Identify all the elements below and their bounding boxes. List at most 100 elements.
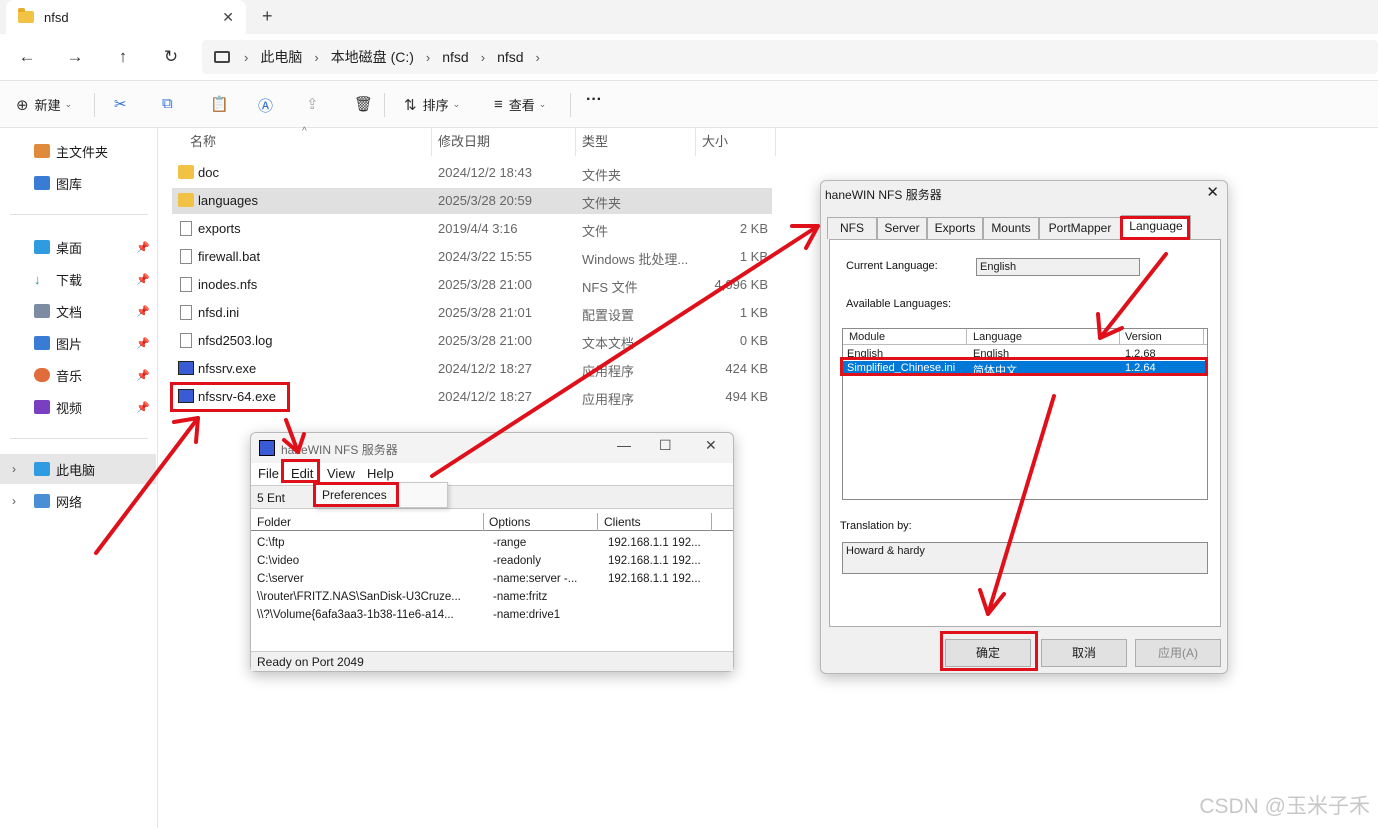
translation-field: Howard & hardy (842, 542, 1208, 574)
navigation-pane: 主文件夹 图库 桌面 📌 ↓ 下载 📌 文档 📌 图片 📌 音乐 📌 视频 📌 … (0, 128, 158, 828)
preferences-dialog: haneWIN NFS 服务器 ✕ NFS Server Exports Mou… (820, 180, 1228, 674)
music-icon (34, 368, 50, 382)
sidebar-item-gallery[interactable]: 图库 (0, 168, 156, 198)
sort-button[interactable]: ⇅ 排序 ⌄ (404, 95, 460, 114)
file-icon (180, 221, 192, 236)
languages-list-header: Module Language Version (843, 329, 1207, 345)
forward-arrow-icon[interactable]: → (62, 44, 88, 70)
back-arrow-icon[interactable]: ← (14, 44, 40, 70)
delete-icon[interactable]: 🗑 (354, 95, 379, 113)
sidebar-item-this-pc[interactable]: › 此电脑 (0, 454, 156, 484)
new-button[interactable]: ⊕ 新建 ⌄ (16, 95, 72, 114)
column-header-name[interactable]: 名称 ^ (182, 126, 432, 156)
navigation-bar: ← → ↑ ↻ › 此电脑 › 本地磁盘 (C:) › nfsd › nfsd … (0, 34, 1378, 80)
chevron-right-icon: › (12, 494, 16, 508)
file-row[interactable]: nfssrv.exe 2024/12/2 18:27 应用程序 424 KB (172, 356, 772, 382)
view-button[interactable]: ≡ 查看 ⌄ (494, 95, 546, 114)
file-row[interactable]: firewall.bat 2024/3/22 15:55 Windows 批处理… (172, 244, 772, 270)
column-header-module[interactable]: Module (849, 331, 885, 343)
file-icon (180, 277, 192, 292)
command-bar: ⊕ 新建 ⌄ ✂ ⧉ 📋 Ⓐ ⇪ 🗑 ⇅ 排序 ⌄ ≡ 查看 ⌄ ··· (0, 80, 1378, 128)
refresh-icon[interactable]: ↻ (158, 44, 184, 70)
export-row[interactable]: C:\ftp -range 192.168.1.1 192... (251, 535, 733, 553)
menu-file[interactable]: File (258, 466, 279, 481)
maximize-icon[interactable]: ☐ (659, 437, 672, 454)
tab-nfsd[interactable]: nfsd ✕ (6, 0, 246, 34)
tab-server[interactable]: Server (877, 217, 927, 239)
pin-icon: 📌 (136, 305, 150, 318)
close-icon[interactable]: ✕ (705, 437, 717, 454)
file-row[interactable]: nfsd2503.log 2025/3/28 21:00 文本文档 0 KB (172, 328, 772, 354)
sidebar-item-network[interactable]: › 网络 (0, 486, 156, 516)
share-icon[interactable]: ⇪ (306, 95, 325, 113)
pictures-icon (34, 336, 50, 350)
file-row[interactable]: doc 2024/12/2 18:43 文件夹 (172, 160, 772, 186)
column-header-options[interactable]: Options (489, 515, 530, 529)
column-header-size[interactable]: 大小 (694, 128, 776, 156)
tab-strip: nfsd ✕ + (0, 0, 1378, 34)
column-header-version[interactable]: Version (1125, 331, 1162, 343)
close-icon[interactable]: ✕ (1206, 183, 1219, 201)
tab-exports[interactable]: Exports (927, 217, 983, 239)
tab-portmapper[interactable]: PortMapper (1039, 217, 1121, 239)
sidebar-item-videos[interactable]: 视频 📌 (0, 392, 156, 422)
arrow-to-language-dialog-head (790, 224, 820, 250)
column-header-type[interactable]: 类型 (574, 128, 696, 156)
paste-icon[interactable]: 📋 (210, 95, 235, 113)
status-bar: Ready on Port 2049 (251, 651, 733, 671)
sidebar-item-home[interactable]: 主文件夹 (0, 136, 156, 166)
exports-list-header: Folder Options Clients (251, 513, 733, 531)
sidebar-item-music[interactable]: 音乐 📌 (0, 360, 156, 390)
column-header-date[interactable]: 修改日期 (430, 128, 576, 156)
videos-icon (34, 400, 50, 414)
more-options-button[interactable]: ··· (586, 91, 602, 109)
minimize-icon[interactable]: — (617, 437, 631, 453)
sidebar-item-pictures[interactable]: 图片 📌 (0, 328, 156, 358)
up-arrow-icon[interactable]: ↑ (110, 44, 136, 70)
gallery-icon (34, 176, 50, 190)
file-row[interactable]: languages 2025/3/28 20:59 文件夹 (172, 188, 772, 214)
column-header-folder[interactable]: Folder (257, 515, 291, 529)
apply-button[interactable]: 应用(A) (1135, 639, 1221, 667)
export-row[interactable]: C:\video -readonly 192.168.1.1 192... (251, 553, 733, 571)
address-bar[interactable]: › 此电脑 › 本地磁盘 (C:) › nfsd › nfsd › (202, 40, 1378, 74)
tab-mounts[interactable]: Mounts (983, 217, 1039, 239)
breadcrumb-drive-c[interactable]: 本地磁盘 (C:) (331, 47, 414, 67)
column-header-clients[interactable]: Clients (604, 515, 641, 529)
file-row[interactable]: exports 2019/4/4 3:16 文件 2 KB (172, 216, 772, 242)
cancel-button[interactable]: 取消 (1041, 639, 1127, 667)
file-row[interactable]: nfsd.ini 2025/3/28 21:01 配置设置 1 KB (172, 300, 772, 326)
export-row[interactable]: \\?\Volume{6afa3aa3-1b38-11e6-a14... -na… (251, 607, 733, 625)
breadcrumb-nfsd-1[interactable]: nfsd (442, 49, 468, 65)
sidebar-item-desktop[interactable]: 桌面 📌 (0, 232, 156, 262)
new-tab-button[interactable]: + (262, 6, 273, 27)
chevron-down-icon: ⌄ (538, 99, 547, 109)
tab-title: nfsd (44, 9, 69, 25)
cut-icon[interactable]: ✂ (114, 95, 133, 113)
settings-file-icon (180, 305, 192, 320)
rename-icon[interactable]: Ⓐ (258, 95, 279, 116)
home-icon (34, 144, 50, 158)
title-bar: haneWIN NFS 服务器 — ☐ ✕ (251, 433, 733, 463)
pin-icon: 📌 (136, 241, 150, 254)
column-header-language[interactable]: Language (973, 331, 1022, 343)
chevron-down-icon: ⌄ (64, 99, 73, 109)
sidebar-item-downloads[interactable]: ↓ 下载 📌 (0, 264, 156, 294)
sidebar-item-documents[interactable]: 文档 📌 (0, 296, 156, 326)
breadcrumb-nfsd-2[interactable]: nfsd (497, 49, 523, 65)
documents-icon (34, 304, 50, 318)
file-row[interactable]: inodes.nfs 2025/3/28 21:00 NFS 文件 4,096 … (172, 272, 772, 298)
menu-help[interactable]: Help (367, 466, 394, 481)
sort-ascending-icon: ^ (302, 126, 307, 137)
watermark: CSDN @玉米子禾 (1199, 795, 1370, 818)
breadcrumb-this-pc[interactable]: 此电脑 (260, 47, 302, 67)
copy-icon[interactable]: ⧉ (162, 95, 179, 112)
export-row[interactable]: \\router\FRITZ.NAS\SanDisk-U3Cruze... -n… (251, 589, 733, 607)
close-tab-icon[interactable]: ✕ (222, 9, 234, 26)
current-language-label: Current Language: (846, 260, 938, 272)
view-icon: ≡ (494, 96, 503, 113)
tab-nfs[interactable]: NFS (827, 217, 877, 239)
hanewin-main-window: haneWIN NFS 服务器 — ☐ ✕ File Edit View Hel… (250, 432, 734, 672)
export-row[interactable]: C:\server -name:server -... 192.168.1.1 … (251, 571, 733, 589)
menu-view[interactable]: View (327, 466, 355, 481)
